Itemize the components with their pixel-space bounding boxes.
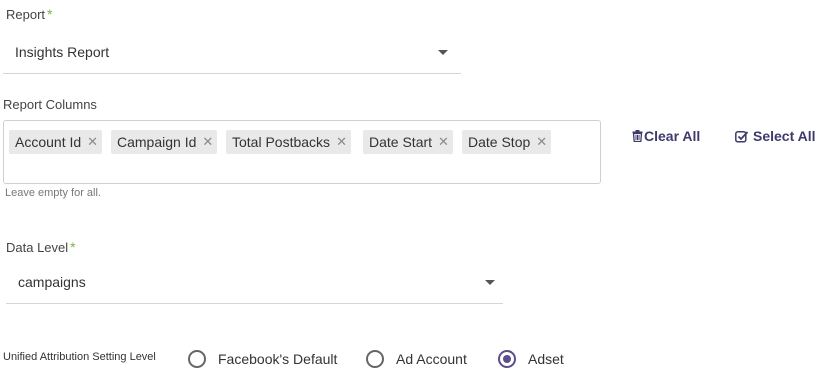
report-columns-hint: Leave empty for all. <box>5 187 101 199</box>
radio-circle[interactable] <box>366 350 384 368</box>
chip-label: Account Id <box>15 134 82 150</box>
report-label-text: Report <box>6 7 46 22</box>
chip-label: Date Stop <box>468 134 531 150</box>
clear-all-button[interactable]: Clear All <box>632 128 700 144</box>
data-level-label: Data Level * <box>6 239 76 255</box>
chip-label: Total Postbacks <box>232 134 331 150</box>
radio-label: Adset <box>528 351 564 367</box>
select-all-label: Select All <box>753 128 816 144</box>
radio-facebooks-default[interactable]: Facebook's Default <box>188 348 348 370</box>
report-select-underline <box>3 73 461 74</box>
close-icon[interactable]: ✕ <box>202 134 213 150</box>
report-columns-multiselect[interactable]: Account Id ✕ Campaign Id ✕ Total Postbac… <box>3 120 601 184</box>
chip-campaign-id: Campaign Id ✕ <box>111 130 218 154</box>
close-icon[interactable]: ✕ <box>438 134 449 150</box>
radio-ad-account[interactable]: Ad Account <box>366 348 486 370</box>
data-level-select-value: campaigns <box>18 274 86 290</box>
report-select-value: Insights Report <box>15 44 110 60</box>
caret-down-icon <box>485 280 495 285</box>
report-columns-label: Report Columns <box>3 97 97 112</box>
radio-adset[interactable]: Adset <box>498 348 588 370</box>
report-label: Report * <box>6 6 52 22</box>
chip-label: Date Start <box>369 134 433 150</box>
chip-date-start: Date Start ✕ <box>363 130 453 154</box>
report-select[interactable]: Insights Report <box>3 38 461 74</box>
data-level-select-underline <box>6 303 503 304</box>
radio-label: Facebook's Default <box>218 351 338 367</box>
chip-total-postbacks: Total Postbacks ✕ <box>226 130 351 154</box>
chip-account-id: Account Id ✕ <box>9 130 103 154</box>
attribution-label: Unified Attribution Setting Level <box>3 351 156 363</box>
radio-circle[interactable] <box>188 350 206 368</box>
radio-label: Ad Account <box>396 351 467 367</box>
chip-label: Campaign Id <box>117 134 197 150</box>
close-icon[interactable]: ✕ <box>87 134 98 150</box>
check-square-icon <box>735 130 749 143</box>
select-all-button[interactable]: Select All <box>735 128 816 144</box>
data-level-select[interactable]: campaigns <box>6 268 503 304</box>
caret-down-icon <box>438 50 448 55</box>
radio-dot <box>503 355 511 363</box>
required-mark: * <box>47 6 53 22</box>
trash-icon <box>632 130 643 142</box>
close-icon[interactable]: ✕ <box>536 134 547 150</box>
chip-date-stop: Date Stop ✕ <box>462 130 552 154</box>
clear-all-label: Clear All <box>644 128 701 144</box>
data-level-label-text: Data Level <box>6 240 69 255</box>
radio-circle-checked[interactable] <box>498 350 516 368</box>
required-mark: * <box>70 239 76 255</box>
close-icon[interactable]: ✕ <box>336 134 347 150</box>
